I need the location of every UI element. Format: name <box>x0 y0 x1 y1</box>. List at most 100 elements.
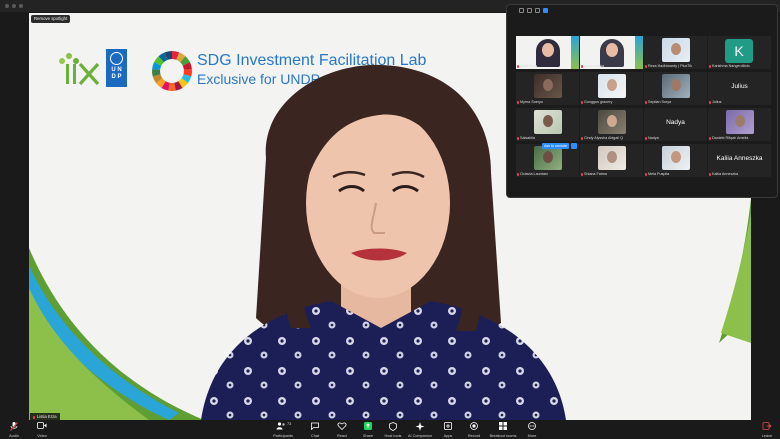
ai-companion-button[interactable]: AI Companion <box>406 420 434 439</box>
mic-off-icon <box>581 172 583 176</box>
mic-off-icon <box>517 100 519 104</box>
participant-face <box>607 115 617 127</box>
participants-count: 73 <box>287 422 292 426</box>
mic-off-icon <box>709 64 711 68</box>
participant-photo <box>598 146 626 170</box>
participant-face <box>607 151 617 163</box>
mic-off-icon <box>645 136 647 140</box>
mic-off-icon <box>517 136 519 140</box>
record-button[interactable]: Record <box>464 420 484 439</box>
mic-off-icon <box>33 415 35 419</box>
react-button[interactable]: React <box>332 420 352 439</box>
gallery-view-icon[interactable] <box>543 8 548 13</box>
participant-photo <box>598 110 626 134</box>
mic-muted-icon <box>10 422 18 431</box>
participant-tile[interactable]: Gunggus gracery <box>580 72 643 105</box>
participant-tile[interactable]: Reza Hadhiwardy | PlusTik <box>644 36 707 69</box>
participant-name: Octavia Laurdasi <box>520 172 548 176</box>
participant-tile[interactable]: Salsabila <box>516 108 579 141</box>
participant-name: Cindy Alyssha Abigail Q <box>584 136 623 140</box>
undp-logo: U N D P <box>106 49 127 87</box>
participant-tile[interactable]: Mela Puspita <box>644 144 707 177</box>
host-tools-button[interactable]: Host tools <box>382 420 404 439</box>
apps-label: Apps <box>443 434 453 438</box>
participant-tile[interactable]: Myrna Soeryo <box>516 72 579 105</box>
zoom-meeting-window: U N D P SDG Investment Facilitation Lab … <box>0 0 780 439</box>
mic-off-icon <box>581 100 583 104</box>
participant-display-name: Julius <box>731 83 748 90</box>
participant-photo <box>534 146 562 170</box>
participant-face <box>543 151 553 163</box>
breakout-rooms-button[interactable]: Breakout rooms <box>488 420 518 439</box>
participant-tile[interactable]: Julius Julius <box>708 72 771 105</box>
participant-photo <box>534 74 562 98</box>
participant-tile[interactable]: Daniele Rifqah Amelia <box>708 108 771 141</box>
mic-off-icon <box>709 172 711 176</box>
audio-label: Audio <box>9 434 19 438</box>
apps-button[interactable]: Apps <box>438 420 458 439</box>
share-screen-icon <box>364 422 372 430</box>
gallery-grid-icon[interactable] <box>535 8 540 13</box>
participant-name: Nadya <box>648 136 659 140</box>
close-window-icon[interactable] <box>5 4 9 8</box>
camera-icon <box>37 422 47 429</box>
remove-spotlight-button[interactable]: Remove spotlight <box>31 15 71 23</box>
participant-name: Kaliia Anneszka <box>712 172 739 176</box>
iix-logo <box>59 53 100 86</box>
react-label: React <box>337 434 347 438</box>
gallery-prev-icon[interactable] <box>527 8 532 13</box>
leave-label: Leave <box>761 434 773 438</box>
participant-tile[interactable]: Septian Surya <box>644 72 707 105</box>
ask-to-unmute-button[interactable]: Ask to unmute <box>542 143 569 149</box>
chat-button[interactable]: Chat <box>305 420 325 439</box>
participant-tile[interactable]: K Karishma Nangerdibdo <box>708 36 771 69</box>
participant-name: Listia Erza <box>520 64 538 68</box>
shield-icon <box>389 422 397 431</box>
breakout-rooms-label: Breakout rooms <box>489 434 517 438</box>
share-label: Share <box>362 434 374 438</box>
participants-button[interactable]: 73 Participants <box>272 420 294 439</box>
apps-icon <box>444 422 452 430</box>
meeting-controls: Audio Video 73 Participants Chat React S… <box>0 420 780 439</box>
tile-swoosh <box>635 36 643 69</box>
zoom-window-icon[interactable] <box>19 4 23 8</box>
participant-tile[interactable]: Arsul vadika <box>580 36 643 69</box>
participant-photo <box>662 146 690 170</box>
participant-face <box>543 79 553 91</box>
participant-name: Myrna Soeryo <box>520 100 543 104</box>
participant-photo <box>598 74 626 98</box>
unmute-more-icon[interactable] <box>571 143 577 149</box>
participant-display-name: Nadya <box>666 119 685 126</box>
mic-off-icon <box>645 100 647 104</box>
participant-name: Reza Hadhiwardy | PlusTik <box>648 64 693 68</box>
breakout-rooms-icon <box>499 422 507 430</box>
ai-companion-label: AI Companion <box>407 434 433 438</box>
participant-tile[interactable]: Cindy Alyssha Abigail Q <box>580 108 643 141</box>
speaker-view-icon[interactable] <box>519 8 524 13</box>
host-tools-label: Host tools <box>384 434 402 438</box>
gallery-view-panel[interactable]: Listia Erza Arsul vadika Reza Hadhiwardy |… <box>506 4 778 198</box>
participant-tile[interactable]: Shiana Fatma <box>580 144 643 177</box>
share-button[interactable]: Share <box>358 420 378 439</box>
participant-face <box>735 115 745 127</box>
video-label: Video <box>37 434 47 438</box>
participant-name: Mela Puspita <box>648 172 670 176</box>
participant-face <box>671 151 681 163</box>
participant-tile[interactable]: Nadya Nadya <box>644 108 707 141</box>
tile-swoosh <box>571 36 579 69</box>
mic-off-icon <box>645 172 647 176</box>
mic-off-icon <box>645 64 647 68</box>
more-button[interactable]: More <box>522 420 542 439</box>
participants-label: Participants <box>273 434 293 438</box>
video-button[interactable]: Video <box>32 420 52 439</box>
audio-button[interactable]: Audio <box>4 420 24 439</box>
participant-tile[interactable]: Listia Erza <box>516 36 579 69</box>
minimize-window-icon[interactable] <box>12 4 16 8</box>
more-icon <box>528 422 536 430</box>
participant-name: Septian Surya <box>648 100 672 104</box>
participant-name: Salsabila <box>520 136 535 140</box>
leave-button[interactable]: Leave <box>757 420 777 439</box>
mic-off-icon <box>517 64 519 68</box>
speaker-name-tag: Listia Erza <box>30 413 60 420</box>
participant-tile[interactable]: Kaliia Anneszka Kaliia Anneszka <box>708 144 771 177</box>
